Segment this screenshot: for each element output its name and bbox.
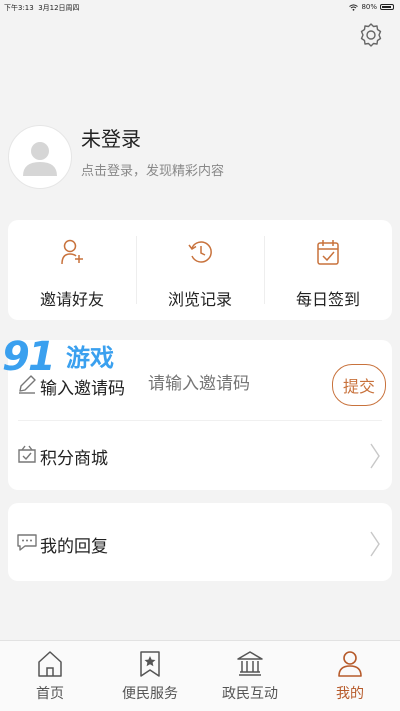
invite-friends-label: 邀请好友 <box>39 290 104 309</box>
avatar[interactable] <box>8 125 72 189</box>
settings-button[interactable] <box>358 22 384 48</box>
browse-history-button[interactable]: 浏览记录 <box>136 220 264 320</box>
calendar-check-icon <box>317 240 339 265</box>
tab-interaction[interactable]: 政民互动 <box>200 641 300 711</box>
wifi-icon <box>349 3 359 11</box>
tab-mine-label: 我的 <box>336 686 364 702</box>
home-icon <box>38 651 62 677</box>
government-building-icon <box>237 651 263 676</box>
status-date-text: 3月12日周四 <box>38 4 80 12</box>
bookmark-star-icon <box>140 651 160 677</box>
my-replies-row[interactable]: 我的回复 <box>8 508 392 578</box>
tab-interaction-label: 政民互动 <box>222 686 278 702</box>
gift-box-icon <box>18 445 36 463</box>
browse-history-label: 浏览记录 <box>167 290 232 309</box>
invite-code-input[interactable] <box>148 374 318 394</box>
status-indicators: 80% <box>349 3 394 11</box>
login-status[interactable]: 未登录 <box>81 123 141 152</box>
chevron-right-icon <box>370 531 380 557</box>
chevron-right-icon <box>370 443 380 469</box>
edit-icon <box>19 375 36 394</box>
profile-section[interactable]: 未登录 点击登录，发现精彩内容 <box>8 115 398 195</box>
menu-card: 输入邀请码 提交 积分商城 <box>8 340 392 490</box>
battery-percent: 80% <box>361 3 377 11</box>
default-avatar-icon <box>23 142 57 176</box>
points-mall-row[interactable]: 积分商城 <box>8 420 392 490</box>
status-time: 下午3:13 3月12日周四 <box>4 3 80 13</box>
tab-services-label: 便民服务 <box>122 686 178 702</box>
daily-checkin-label: 每日签到 <box>295 290 360 309</box>
status-time-text: 下午3:13 <box>4 4 34 12</box>
invite-code-label: 输入邀请码 <box>40 379 125 399</box>
my-replies-label: 我的回复 <box>40 537 108 557</box>
submit-button[interactable]: 提交 <box>332 364 386 406</box>
tab-home-label: 首页 <box>36 686 64 702</box>
tab-services[interactable]: 便民服务 <box>100 641 200 711</box>
replies-card: 我的回复 <box>8 503 392 581</box>
invite-code-row: 输入邀请码 提交 <box>8 350 392 420</box>
invite-friends-button[interactable]: 邀请好友 <box>8 220 136 320</box>
tab-mine[interactable]: 我的 <box>300 641 400 711</box>
gear-icon <box>360 23 382 47</box>
daily-checkin-button[interactable]: 每日签到 <box>264 220 392 320</box>
chat-bubble-icon <box>17 534 37 551</box>
points-mall-label: 积分商城 <box>40 449 108 469</box>
battery-icon <box>380 4 394 10</box>
bottom-tab-bar: 首页 便民服务 政民互动 我的 <box>0 640 400 711</box>
status-bar: 下午3:13 3月12日周四 80% <box>0 0 400 16</box>
history-icon <box>188 241 212 263</box>
login-hint[interactable]: 点击登录，发现精彩内容 <box>81 160 224 179</box>
quick-actions-card: 邀请好友 浏览记录 每日签到 <box>8 220 392 320</box>
add-user-icon <box>61 239 83 265</box>
tab-home[interactable]: 首页 <box>0 641 100 711</box>
user-icon <box>338 651 362 677</box>
